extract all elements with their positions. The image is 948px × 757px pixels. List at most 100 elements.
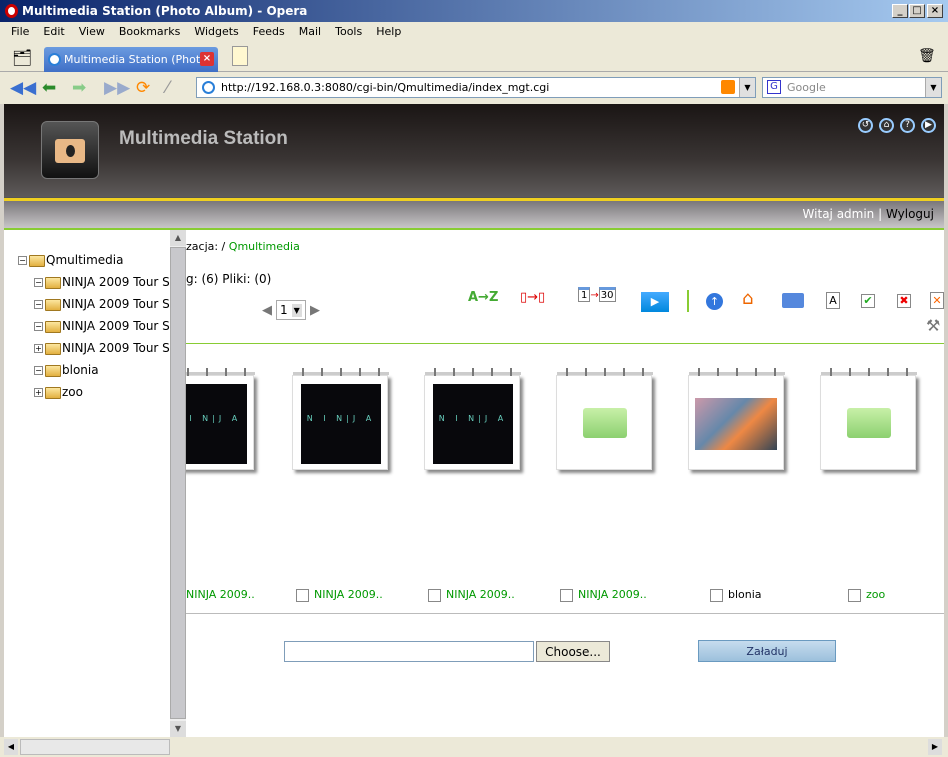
scroll-down-arrow[interactable]: ▼ [170,721,186,737]
close-tab-button[interactable]: × [200,52,214,66]
tab-cascade-icon[interactable]: 🗂 [12,48,32,67]
address-dropdown[interactable]: ▼ [739,78,755,97]
item-checkbox[interactable] [428,588,441,602]
tools-icon[interactable]: ⚒ [926,316,940,335]
folder-icon [45,342,61,355]
sort-size-button[interactable]: ▯→▯ [520,290,545,305]
menu-view[interactable]: View [72,22,112,42]
folder-icon [583,408,627,438]
menu-help[interactable]: Help [369,22,408,42]
delete-icon[interactable]: ✕ [930,292,944,309]
scroll-up-arrow[interactable]: ▲ [170,230,186,246]
sidebar-scrollbar[interactable]: ▲ ▼ [170,230,186,737]
back-icon[interactable]: ⬅ [42,78,56,98]
item-link[interactable]: NINJA 2009.. [446,588,515,601]
trash-icon[interactable]: 🗑 [918,48,936,64]
sort-date-button[interactable]: 1 → 30 [578,287,616,302]
edit-icon[interactable]: ⁄ [166,78,169,98]
rename-icon[interactable]: A [826,292,840,309]
item-link[interactable]: NINJA 2009.. [578,588,647,601]
item-checkbox[interactable] [296,588,309,602]
new-folder-icon[interactable] [782,293,804,308]
next-page-icon[interactable]: ▶ [310,303,320,318]
page-select[interactable]: 1 ▼ [276,300,306,320]
site-icon [202,81,215,94]
prev-page-icon[interactable]: ◀ [262,303,272,318]
tree-item[interactable]: − NINJA 2009 Tour S [34,296,170,312]
scroll-thumb[interactable] [20,739,170,755]
menu-widgets[interactable]: Widgets [187,22,245,42]
sort-az-button[interactable]: A→Z [468,290,498,305]
menu-edit[interactable]: Edit [36,22,71,42]
folder-icon [45,386,61,399]
home-icon[interactable]: ⌂ [879,118,894,133]
item-checkbox[interactable] [710,588,723,602]
tree-label: blonia [62,363,99,377]
tab-multimedia-station[interactable]: Multimedia Station (Phot... × [44,47,218,72]
menu-bookmarks[interactable]: Bookmarks [112,22,187,42]
folder-tree: − Qmultimedia − NINJA 2009 Tour S − NINJA 2… [4,230,170,737]
tree-item[interactable]: − blonia [34,362,99,378]
google-icon: G [767,80,781,94]
address-bar[interactable]: http://192.168.0.3:8080/cgi-bin/Qmultime… [196,77,756,98]
item-caption: blonia [710,588,762,602]
location-link[interactable]: Qmultimedia [229,240,300,253]
maximize-button[interactable]: □ [909,4,925,18]
scroll-left-arrow[interactable]: ◀ [4,739,18,755]
scroll-thumb[interactable] [170,247,186,719]
new-tab-button[interactable] [232,46,248,66]
menu-feeds[interactable]: Feeds [246,22,292,42]
album-thumbnail[interactable]: N I N|J A [424,368,521,470]
back-nav-icon[interactable]: ↺ [858,118,873,133]
minimize-button[interactable]: _ [892,4,908,18]
menu-file[interactable]: File [4,22,36,42]
tab-bar: 🗂 Multimedia Station (Phot... × 🗑 [0,42,948,72]
slideshow-button[interactable]: ▶ [641,292,669,312]
home-folder-icon[interactable]: ⌂ [742,288,753,309]
tree-item[interactable]: − NINJA 2009 Tour S [34,274,170,290]
item-caption: NINJA 2009.. [428,588,515,602]
folder-icon [847,408,891,438]
window-titlebar: Multimedia Station (Photo Album) - Opera… [0,0,948,22]
main-content: zacja: / Qmultimedia g: (6) Pliki: (0) ◀… [186,230,944,737]
next-icon[interactable]: ▶ [921,118,936,133]
tree-root[interactable]: − Qmultimedia [18,252,124,268]
close-window-button[interactable]: × [927,4,943,18]
file-input[interactable] [284,641,534,662]
album-thumbnail[interactable] [556,368,653,470]
item-caption: NINJA 2009.. [186,588,255,601]
tree-item[interactable]: + zoo [34,384,83,400]
item-link[interactable]: NINJA 2009.. [186,588,255,601]
item-checkbox[interactable] [848,588,861,602]
select-all-icon[interactable]: ✔ [861,294,875,308]
search-engine-dropdown[interactable]: ▼ [925,78,941,97]
upload-button[interactable]: Załaduj [698,640,836,662]
album-thumbnail[interactable] [820,368,917,470]
rewind-icon[interactable]: ◀◀ [10,78,36,98]
scroll-right-arrow[interactable]: ▶ [928,739,942,755]
navigation-toolbar: ◀◀ ⬅ ➡ ▶▶ ⟳ ⁄ http://192.168.0.3:8080/cg… [0,72,948,104]
logout-link[interactable]: Wyloguj [886,207,934,221]
menu-tools[interactable]: Tools [328,22,369,42]
choose-file-button[interactable]: Choose... [536,641,610,662]
help-icon[interactable]: ? [900,118,915,133]
horizontal-scrollbar[interactable]: ◀ ▶ [0,737,948,757]
album-thumbnail[interactable]: N I N|J A [186,368,255,470]
deselect-all-icon[interactable]: ✖ [897,294,911,308]
menu-mail[interactable]: Mail [292,22,328,42]
folder-icon [45,276,61,289]
search-field[interactable]: G Google ▼ [762,77,942,98]
tree-item[interactable]: + NINJA 2009 Tour S [34,340,170,356]
forward-icon[interactable]: ➡ [72,78,86,98]
item-link[interactable]: blonia [728,588,762,601]
rss-icon[interactable] [721,80,735,94]
up-folder-icon[interactable]: ↑ [706,293,723,310]
item-checkbox[interactable] [560,588,573,602]
reload-icon[interactable]: ⟳ [136,78,150,98]
item-link[interactable]: zoo [866,588,885,601]
album-thumbnail[interactable]: N I N|J A [292,368,389,470]
tree-item[interactable]: − NINJA 2009 Tour S [34,318,170,334]
fast-forward-icon[interactable]: ▶▶ [104,78,130,98]
item-link[interactable]: NINJA 2009.. [314,588,383,601]
album-thumbnail[interactable] [688,368,785,470]
